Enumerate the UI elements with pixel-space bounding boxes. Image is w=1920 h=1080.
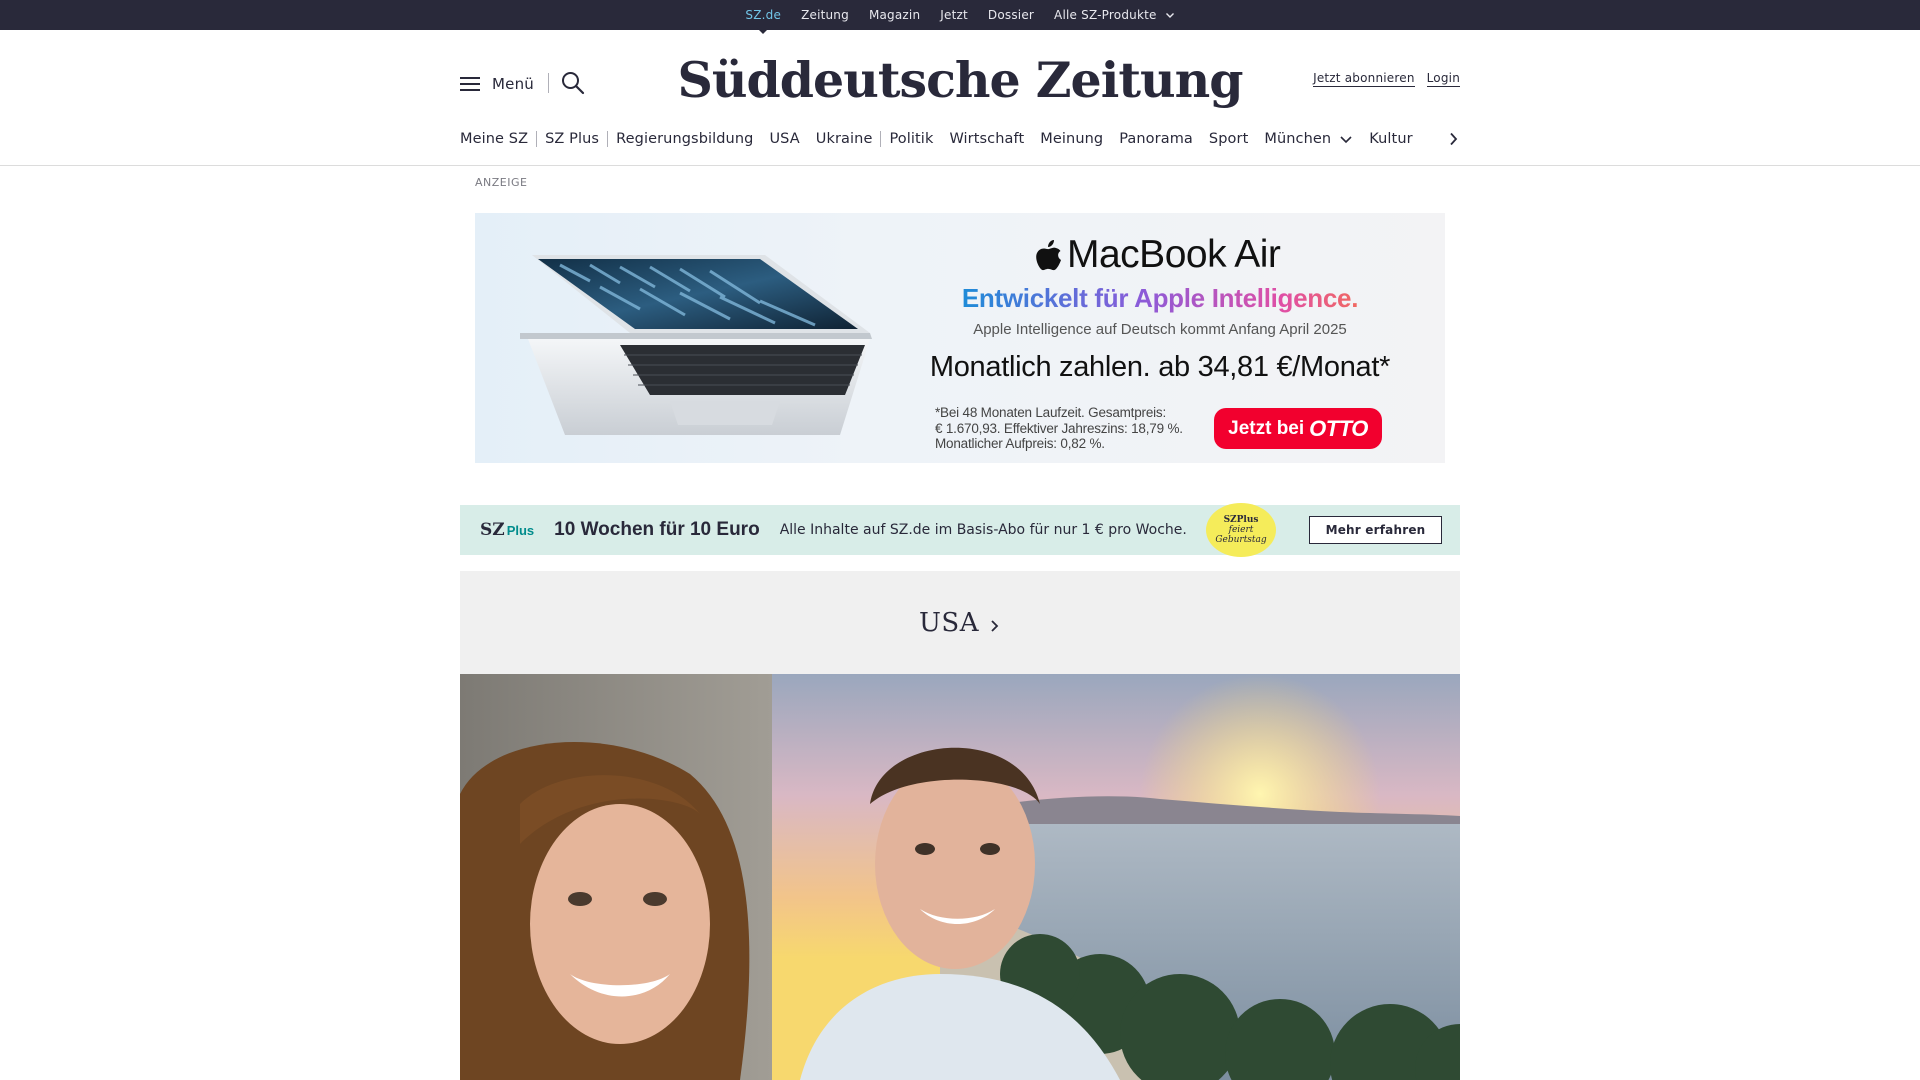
chevron-right-icon — [991, 619, 999, 632]
nav-item-meine-sz[interactable]: Meine SZ — [460, 131, 536, 147]
topbar-link-sz-de[interactable]: SZ.de — [745, 8, 782, 34]
chevron-down-icon — [1340, 136, 1352, 144]
search-button[interactable] — [560, 70, 586, 96]
hamburger-icon — [460, 77, 480, 91]
nav-item-muenchen[interactable]: München — [1256, 131, 1361, 147]
birthday-badge: SZPlus feiert Geburtstag — [1206, 503, 1276, 557]
nav-scroll-next-button[interactable] — [1446, 126, 1460, 152]
topbar-link-dossier[interactable]: Dossier — [988, 8, 1034, 22]
ad-fine-print-line: € 1.670,93. Effektiver Jahreszins: 18,79… — [935, 420, 1183, 436]
topbar-link-label: SZ.de — [745, 8, 782, 22]
nav-item-sport[interactable]: Sport — [1201, 131, 1256, 147]
topbar-link-label: Jetzt — [940, 8, 968, 22]
sz-plus-logo-sz: SZ — [480, 520, 505, 540]
nav-item-usa[interactable]: USA — [761, 131, 807, 147]
menu-divider — [548, 73, 549, 93]
nav-item-meinung[interactable]: Meinung — [1032, 131, 1111, 147]
chevron-right-icon — [1449, 132, 1457, 146]
ad-title: MacBook Air — [1035, 233, 1445, 277]
sz-plus-logo-plus: Plus — [506, 523, 535, 538]
topbar-link-label: Magazin — [868, 8, 921, 22]
apple-logo-icon — [1036, 240, 1061, 271]
topbar-link-label: Zeitung — [801, 8, 849, 22]
nav-item-politik[interactable]: Politik — [881, 131, 941, 147]
ad-cta-button[interactable]: Jetzt bei OTTO — [1214, 408, 1382, 449]
otto-logo: OTTO — [1309, 415, 1368, 441]
badge-line: feiert — [1228, 525, 1254, 535]
account-links: Jetzt abonnieren Login — [1313, 71, 1460, 87]
section-title: USA — [919, 607, 979, 638]
subscribe-link[interactable]: Jetzt abonnieren — [1313, 71, 1415, 87]
topbar-link-alle-sz-produkte[interactable]: Alle SZ-Produkte — [1054, 8, 1175, 22]
login-link[interactable]: Login — [1426, 71, 1460, 87]
ad-fine-print-line: *Bei 48 Monaten Laufzeit. Gesamtpreis: — [935, 405, 1167, 420]
topbar-link-label: Dossier — [987, 8, 1035, 22]
nav-item-ukraine[interactable]: Ukraine — [808, 131, 881, 147]
nav-item-sz-plus[interactable]: SZ Plus — [537, 131, 607, 147]
top-bar: SZ.de Zeitung Magazin Jetzt Dossier Alle… — [0, 0, 1920, 34]
topbar-link-jetzt[interactable]: Jetzt — [940, 8, 968, 22]
main-navigation: Meine SZ SZ Plus Regierungsbildung USA U… — [460, 126, 1460, 152]
ad-price: Monatlich zahlen. ab 34,81 €/Monat* — [929, 351, 1391, 383]
ad-cta-label: Jetzt bei — [1228, 417, 1305, 439]
sz-plus-promo-banner: SZ Plus 10 Wochen für 10 Euro Alle Inhal… — [460, 503, 1460, 557]
couple-selfie-photo — [460, 674, 1460, 1080]
nav-item-label: München — [1264, 131, 1332, 147]
chevron-down-icon — [1165, 13, 1174, 18]
ad-title-text: MacBook Air — [1067, 233, 1281, 276]
menu-button[interactable]: Menü — [460, 72, 534, 96]
nav-item-wirtschaft[interactable]: Wirtschaft — [941, 131, 1032, 147]
nav-item-regierungsbildung[interactable]: Regierungsbildung — [608, 131, 761, 147]
ad-subtitle: Entwickelt für Apple Intelligence. — [955, 283, 1365, 314]
ad-label: ANZEIGE — [475, 176, 528, 189]
promo-headline: 10 Wochen für 10 Euro — [554, 519, 760, 540]
ad-banner[interactable]: MacBook Air Entwickelt für Apple Intelli… — [475, 213, 1445, 463]
top-bar-links: SZ.de Zeitung Magazin Jetzt Dossier Alle… — [0, 0, 1920, 34]
site-logo[interactable]: Süddeutsche Zeitung — [678, 44, 1244, 116]
site-header: Menü Süddeutsche Zeitung Jetzt abonniere… — [0, 30, 1920, 166]
topbar-link-magazin[interactable]: Magazin — [869, 8, 920, 22]
badge-line: SZPlus — [1223, 515, 1259, 525]
topbar-link-label: Alle SZ-Produkte — [1054, 8, 1157, 22]
promo-text: Alle Inhalte auf SZ.de im Basis-Abo für … — [779, 522, 1187, 538]
ad-fine-print: *Bei 48 Monaten Laufzeit. Gesamtpreis: €… — [935, 405, 1210, 452]
mehr-erfahren-button[interactable]: Mehr erfahren — [1309, 516, 1442, 544]
laptop-image — [520, 255, 872, 435]
topbar-link-zeitung[interactable]: Zeitung — [801, 8, 849, 22]
section-header-usa[interactable]: USA — [460, 571, 1460, 674]
sz-plus-logo: SZ Plus — [480, 520, 534, 540]
menu-label: Menü — [492, 75, 534, 93]
ad-small-text: Apple Intelligence auf Deutsch kommt Anf… — [973, 321, 1347, 338]
nav-item-panorama[interactable]: Panorama — [1111, 131, 1201, 147]
badge-line: Geburtstag — [1215, 535, 1267, 545]
ad-fine-print-line: Monatlicher Aufpreis: 0,82 %. — [935, 436, 1105, 451]
article-hero-image[interactable] — [460, 674, 1460, 1080]
nav-item-kultur[interactable]: Kultur — [1361, 131, 1420, 147]
search-icon — [562, 72, 585, 95]
